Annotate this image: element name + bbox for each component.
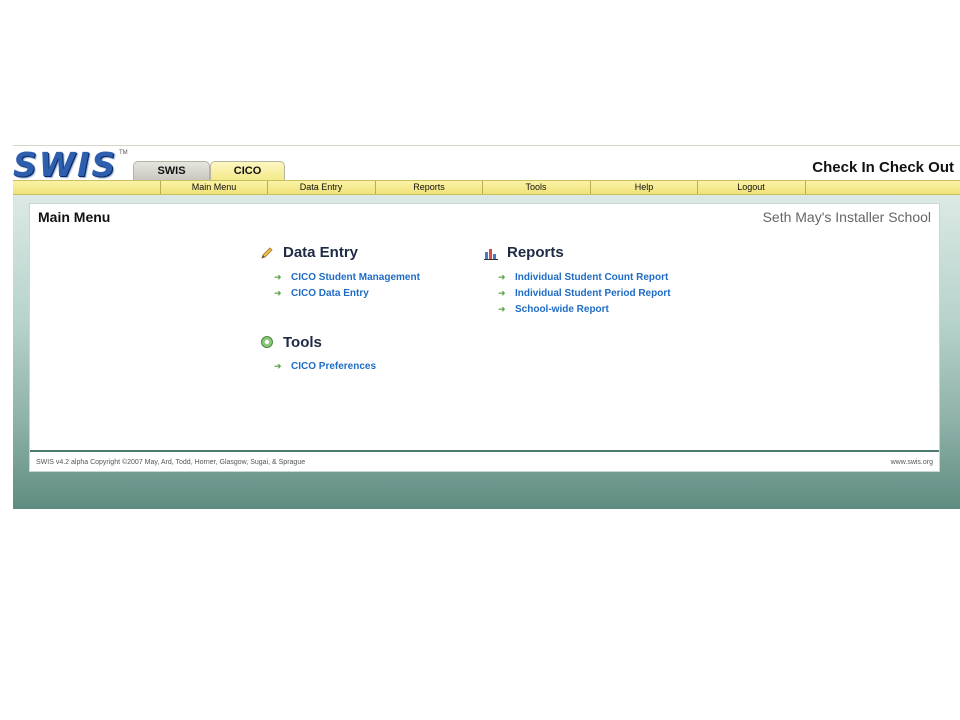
swis-app: SWIS TM SWIS CICO Check In Check Out Mai… [13, 145, 960, 509]
section-title-tools: Tools [283, 334, 322, 351]
link-individual-student-count-report[interactable]: ➔ Individual Student Count Report [498, 270, 668, 284]
link-label[interactable]: CICO Data Entry [291, 288, 369, 299]
arrow-right-icon: ➔ [274, 360, 282, 371]
bar-chart-icon [484, 249, 498, 260]
app-title: Check In Check Out [812, 159, 954, 176]
nav-divider-end [805, 181, 912, 194]
footer-divider [30, 450, 939, 452]
arrow-right-icon: ➔ [498, 303, 506, 314]
logo-text: SWIS [13, 145, 118, 184]
tab-cico[interactable]: CICO [210, 161, 285, 180]
main-panel: Main Menu Seth May's Installer School Da… [29, 203, 940, 472]
link-individual-student-period-report[interactable]: ➔ Individual Student Period Report [498, 286, 671, 300]
link-cico-student-management[interactable]: ➔ CICO Student Management [274, 270, 420, 284]
gear-icon [261, 336, 273, 348]
arrow-right-icon: ➔ [498, 287, 506, 298]
arrow-right-icon: ➔ [274, 287, 282, 298]
site-link[interactable]: www.swis.org [891, 459, 933, 466]
trademark-mark: TM [119, 150, 128, 156]
arrow-right-icon: ➔ [274, 271, 282, 282]
link-label[interactable]: Individual Student Count Report [515, 272, 668, 283]
link-cico-data-entry[interactable]: ➔ CICO Data Entry [274, 286, 369, 300]
nav-logout[interactable]: Logout [697, 181, 804, 194]
link-label[interactable]: CICO Student Management [291, 272, 420, 283]
link-label[interactable]: CICO Preferences [291, 361, 376, 372]
swis-logo[interactable]: SWIS TM [13, 145, 128, 184]
tab-swis[interactable]: SWIS [133, 161, 210, 180]
arrow-right-icon: ➔ [498, 271, 506, 282]
nav-main-menu[interactable]: Main Menu [160, 181, 267, 194]
main-nav: Main Menu Data Entry Reports Tools Help … [13, 180, 960, 195]
nav-reports[interactable]: Reports [375, 181, 482, 194]
nav-data-entry[interactable]: Data Entry [267, 181, 374, 194]
pencil-icon [261, 247, 273, 259]
school-name: Seth May's Installer School [762, 209, 931, 225]
nav-help[interactable]: Help [590, 181, 697, 194]
link-cico-preferences[interactable]: ➔ CICO Preferences [274, 359, 376, 373]
section-title-data-entry: Data Entry [283, 244, 359, 261]
copyright-text: SWIS v4.2 alpha Copyright ©2007 May, Ard… [36, 459, 306, 466]
page-title: Main Menu [38, 209, 111, 225]
section-title-reports: Reports [507, 244, 564, 261]
link-school-wide-report[interactable]: ➔ School-wide Report [498, 302, 609, 316]
top-rule [13, 145, 960, 146]
nav-tools[interactable]: Tools [482, 181, 589, 194]
link-label[interactable]: School-wide Report [515, 304, 609, 315]
link-label[interactable]: Individual Student Period Report [515, 288, 671, 299]
